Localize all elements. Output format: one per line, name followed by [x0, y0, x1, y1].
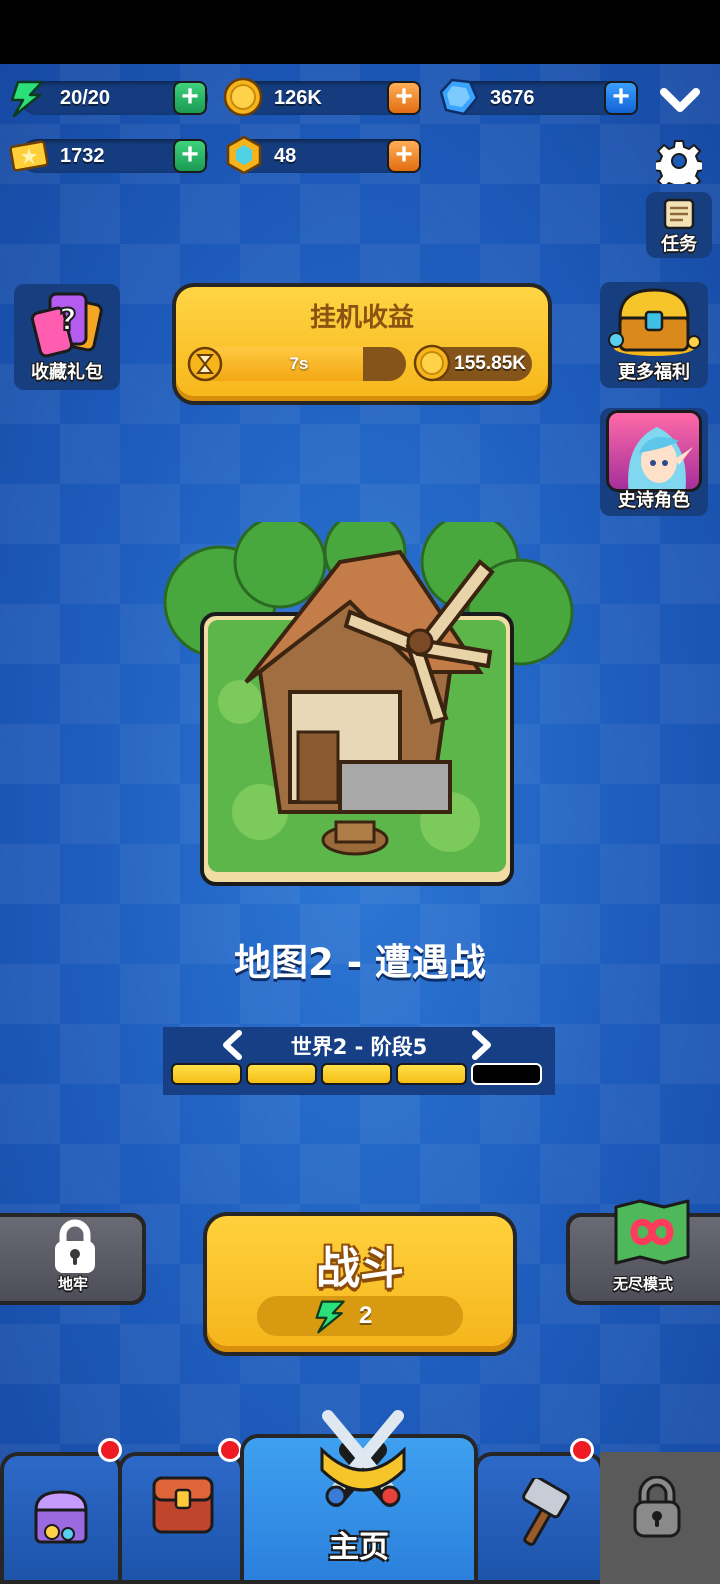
stage-progress-segment: [321, 1063, 392, 1085]
dungeon-label: 地牢: [57, 1275, 88, 1293]
endless-mode-button[interactable]: 无尽模式: [566, 1199, 720, 1305]
tab-locked[interactable]: [600, 1452, 720, 1584]
status-bar: [0, 0, 720, 64]
chevron-right-icon[interactable]: [469, 1029, 495, 1061]
tab-forge[interactable]: [474, 1452, 604, 1584]
energy-value: 20/20: [60, 87, 111, 109]
tab-home[interactable]: 主页: [240, 1410, 478, 1584]
svg-text:?: ?: [59, 303, 76, 338]
add-gold-button[interactable]: +: [387, 81, 421, 115]
more-rewards-button[interactable]: 更多福利: [600, 282, 708, 388]
tickets-value: 1732: [60, 145, 105, 167]
stage-selector: 世界2 - 阶段5: [163, 1027, 555, 1095]
collect-pack-label: 收藏礼包: [31, 362, 103, 383]
hero-portrait-icon: [628, 427, 693, 489]
stage-progress-segment: [171, 1063, 242, 1085]
bottom-tab-bar: 主页: [0, 1410, 720, 1584]
idle-earnings-value: 155.85K: [454, 353, 526, 374]
crossed-swords-icon: [320, 1410, 406, 1507]
add-crystals-button[interactable]: +: [387, 139, 421, 173]
quests-button[interactable]: 任务: [646, 192, 712, 258]
endless-mode-label: 无尽模式: [612, 1275, 673, 1293]
notification-badge: [98, 1438, 122, 1462]
more-rewards-label: 更多福利: [618, 362, 690, 383]
gold-value: 126K: [274, 87, 322, 109]
idle-earnings-title: 挂机收益: [309, 303, 414, 333]
idle-timer-bar: 7s: [192, 347, 406, 381]
collect-pack-button[interactable]: ? 收藏礼包: [14, 284, 120, 390]
gift-chest-icon: [34, 1490, 88, 1544]
notification-badge: [570, 1438, 594, 1462]
dungeon-button[interactable]: 地牢: [0, 1213, 146, 1305]
mystery-card-icon: ?: [30, 292, 103, 358]
quests-label: 任务: [661, 234, 697, 255]
map-infinity-icon: [614, 1199, 690, 1265]
stage-label: 世界2 - 阶段5: [290, 1035, 428, 1059]
gem-icon: [439, 78, 479, 116]
stage-progress-segment: [471, 1063, 542, 1085]
epic-hero-label: 史诗角色: [618, 490, 690, 511]
gear-icon[interactable]: [656, 138, 702, 184]
energy-icon: [315, 1300, 345, 1334]
idle-earnings-panel[interactable]: 挂机收益 7s 155.85K: [172, 283, 552, 405]
energy-icon: [10, 80, 44, 118]
chevron-down-icon[interactable]: [658, 84, 702, 116]
gold-coin-icon: [223, 77, 263, 117]
stage-progress-segment: [246, 1063, 317, 1085]
crystal-coin-icon: [226, 135, 262, 175]
add-tickets-button[interactable]: +: [173, 139, 207, 173]
ticket-icon: [9, 140, 49, 172]
lock-icon: [633, 1476, 681, 1538]
tab-shop[interactable]: [0, 1452, 122, 1584]
lock-icon: [55, 1219, 95, 1273]
fight-button[interactable]: 战斗 2: [203, 1212, 517, 1356]
hourglass-icon: [187, 346, 223, 382]
hammer-icon: [522, 1478, 570, 1546]
fight-label: 战斗: [316, 1243, 404, 1294]
hero-portrait-frame: [606, 410, 702, 492]
scroll-icon: [663, 198, 695, 230]
fight-cost-value: 2: [359, 1302, 373, 1329]
map-illustration[interactable]: [150, 522, 580, 902]
idle-timer-text: 7s: [289, 354, 309, 373]
tab-inventory[interactable]: [118, 1452, 244, 1584]
tab-home-label: 主页: [329, 1530, 389, 1565]
backpack-icon: [152, 1476, 214, 1534]
notification-badge: [218, 1438, 242, 1462]
crystals-value: 48: [274, 145, 297, 167]
epic-hero-button[interactable]: 史诗角色: [600, 408, 708, 516]
treasure-chest-icon: [608, 288, 701, 356]
stage-progress-segment: [396, 1063, 467, 1085]
gold-coin-icon: [413, 344, 451, 382]
map-title: 地图2 - 遭遇战: [234, 941, 486, 984]
add-energy-button[interactable]: +: [173, 81, 207, 115]
gems-value: 3676: [490, 87, 535, 109]
add-gems-button[interactable]: +: [604, 81, 638, 115]
fight-cost: 2: [257, 1296, 463, 1336]
